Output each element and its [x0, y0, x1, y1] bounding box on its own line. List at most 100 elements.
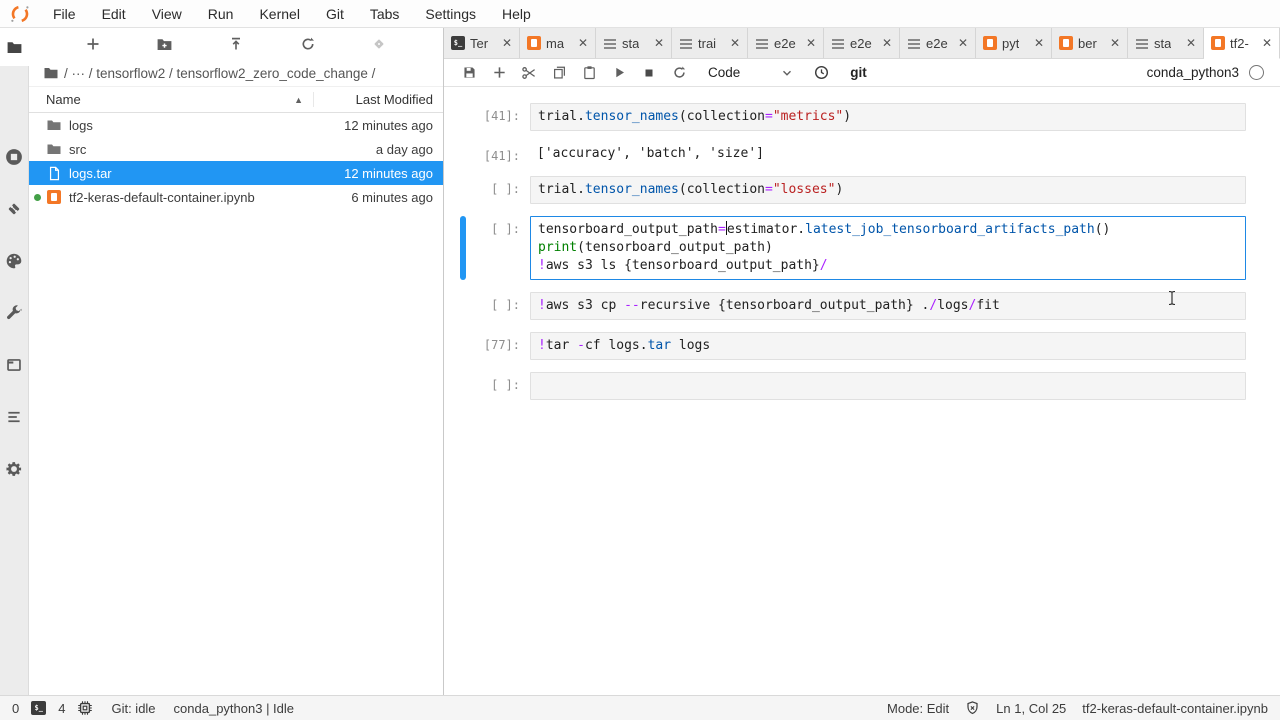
kernel-status[interactable]: conda_python3 | Idle — [174, 701, 294, 716]
menu-edit[interactable]: Edit — [89, 6, 139, 22]
close-icon[interactable]: ✕ — [958, 37, 968, 49]
stop-kernel-button[interactable] — [634, 61, 664, 85]
sidebar-item-property-inspector[interactable] — [0, 294, 29, 332]
menu-tabs[interactable]: Tabs — [357, 6, 413, 22]
git-toolbar-button[interactable]: git — [850, 65, 867, 80]
code-editor[interactable]: !aws s3 cp --recursive {tensorboard_outp… — [530, 292, 1246, 320]
kernel-count[interactable]: 4 — [58, 701, 65, 716]
left-sidebar — [0, 28, 29, 695]
tab-label: ma — [546, 36, 564, 51]
menu-run[interactable]: Run — [195, 6, 247, 22]
close-icon[interactable]: ✕ — [1262, 37, 1272, 49]
cut-cells-button[interactable] — [514, 61, 544, 85]
save-button[interactable] — [454, 61, 484, 85]
tab-sta[interactable]: sta✕ — [596, 28, 672, 58]
close-icon[interactable]: ✕ — [502, 37, 512, 49]
execution-time-button[interactable] — [806, 61, 836, 85]
tab-label: Ter — [470, 36, 488, 51]
run-cell-button[interactable] — [604, 61, 634, 85]
column-name[interactable]: Name ▲ — [29, 92, 313, 107]
command-mode-indicator[interactable]: Mode: Edit — [887, 701, 949, 716]
notebook-cell[interactable]: [77]:!tar -cf logs.tar logs — [444, 332, 1280, 360]
restart-kernel-button[interactable] — [664, 61, 694, 85]
sidebar-item-git[interactable] — [0, 190, 29, 228]
cell-type-value: Code — [708, 65, 740, 80]
menu-help[interactable]: Help — [489, 6, 544, 22]
file-row[interactable]: logs12 minutes ago — [29, 113, 443, 137]
menu-git[interactable]: Git — [313, 6, 357, 22]
close-icon[interactable]: ✕ — [1186, 37, 1196, 49]
cell-type-select[interactable]: Code — [708, 65, 794, 80]
code-editor[interactable]: tensorboard_output_path=estimator.latest… — [530, 216, 1246, 280]
file-row[interactable]: tf2-keras-default-container.ipynb6 minut… — [29, 185, 443, 209]
tab-sta[interactable]: sta✕ — [1128, 28, 1204, 58]
tab-trai[interactable]: trai✕ — [672, 28, 748, 58]
notebook-panel[interactable]: [41]:trial.tensor_names(collection="metr… — [444, 87, 1280, 695]
breadcrumb[interactable]: / ··· / tensorflow2 / tensorflow2_zero_c… — [29, 60, 443, 86]
terminal-count[interactable]: 0 — [12, 701, 19, 716]
code-editor[interactable]: trial.tensor_names(collection="metrics") — [530, 103, 1246, 131]
menu-file[interactable]: File — [40, 6, 89, 22]
tab-tf2[interactable]: tf2-✕ — [1204, 28, 1280, 59]
menu-kernel[interactable]: Kernel — [246, 6, 312, 22]
save-icon — [462, 65, 477, 80]
add-cell-button[interactable] — [484, 61, 514, 85]
tab-e2e[interactable]: e2e✕ — [748, 28, 824, 58]
notebook-cell[interactable]: [ ]:trial.tensor_names(collection="losse… — [444, 176, 1280, 204]
paste-cells-button[interactable] — [574, 61, 604, 85]
close-icon[interactable]: ✕ — [654, 37, 664, 49]
file-row[interactable]: srca day ago — [29, 137, 443, 161]
sidebar-item-file-browser[interactable] — [0, 28, 29, 66]
code-editor[interactable]: !tar -cf logs.tar logs — [530, 332, 1246, 360]
notebook-cell[interactable]: [41]:trial.tensor_names(collection="metr… — [444, 103, 1280, 131]
code-editor[interactable] — [530, 372, 1246, 400]
notebook-cell[interactable]: [ ]:tensorboard_output_path=estimator.la… — [444, 216, 1280, 280]
sidebar-item-running-sessions[interactable] — [0, 138, 29, 176]
tab-label: e2e — [926, 36, 948, 51]
sidebar-item-extensions[interactable] — [0, 450, 29, 488]
notebook-cell[interactable]: [ ]:!aws s3 cp --recursive {tensorboard_… — [444, 292, 1280, 320]
column-last-modified[interactable]: Last Modified — [313, 92, 443, 107]
tab-e2e[interactable]: e2e ✕ — [900, 28, 976, 58]
tab-ter[interactable]: $_Ter✕ — [444, 28, 520, 58]
sidebar-item-open-tabs[interactable] — [0, 346, 29, 384]
refresh-button[interactable] — [296, 32, 320, 56]
menu-settings[interactable]: Settings — [412, 6, 489, 22]
paste-icon — [582, 65, 597, 80]
cursor-position[interactable]: Ln 1, Col 25 — [996, 701, 1066, 716]
running-kernel-dot — [34, 194, 41, 201]
code-editor[interactable]: trial.tensor_names(collection="losses") — [530, 176, 1246, 204]
tab-bar: $_Ter✕ma✕sta✕trai✕e2e✕e2e✕e2e✕pyt✕ber✕st… — [444, 28, 1280, 59]
kernel-name[interactable]: conda_python3 — [1147, 65, 1239, 80]
cell-output-area[interactable]: [41]:['accuracy', 'batch', 'size'] — [444, 143, 1280, 164]
new-launcher-button[interactable] — [81, 32, 105, 56]
kernel-status-icon[interactable] — [1249, 65, 1264, 80]
trust-shield-icon[interactable] — [965, 700, 980, 716]
tab-ber[interactable]: ber✕ — [1052, 28, 1128, 58]
notebook-cell[interactable]: [ ]: — [444, 372, 1280, 400]
tab-pyt[interactable]: pyt✕ — [976, 28, 1052, 58]
new-folder-button[interactable] — [152, 32, 176, 56]
file-browser-panel: / ··· / tensorflow2 / tensorflow2_zero_c… — [29, 28, 444, 695]
git-status[interactable]: Git: idle — [111, 701, 155, 716]
close-icon[interactable]: ✕ — [882, 37, 892, 49]
close-icon[interactable]: ✕ — [578, 37, 588, 49]
menu-view[interactable]: View — [139, 6, 195, 22]
jupyter-logo-icon — [10, 4, 30, 24]
close-icon[interactable]: ✕ — [730, 37, 740, 49]
menu-bar: FileEditViewRunKernelGitTabsSettingsHelp — [0, 0, 1280, 28]
git-clone-button[interactable] — [367, 32, 391, 56]
close-icon[interactable]: ✕ — [1034, 37, 1044, 49]
close-icon[interactable]: ✕ — [1110, 37, 1120, 49]
tab-ma[interactable]: ma ✕ — [520, 28, 596, 58]
file-list-header: Name ▲ Last Modified — [29, 86, 443, 113]
close-icon[interactable]: ✕ — [806, 37, 816, 49]
file-row[interactable]: logs.tar12 minutes ago — [29, 161, 443, 185]
sidebar-item-table-of-contents[interactable] — [0, 398, 29, 436]
refresh-icon — [300, 36, 316, 52]
tab-e2e[interactable]: e2e✕ — [824, 28, 900, 58]
sidebar-item-commands-palette[interactable] — [0, 242, 29, 280]
copy-cells-button[interactable] — [544, 61, 574, 85]
upload-button[interactable] — [224, 32, 248, 56]
active-file-name[interactable]: tf2-keras-default-container.ipynb — [1082, 701, 1268, 716]
